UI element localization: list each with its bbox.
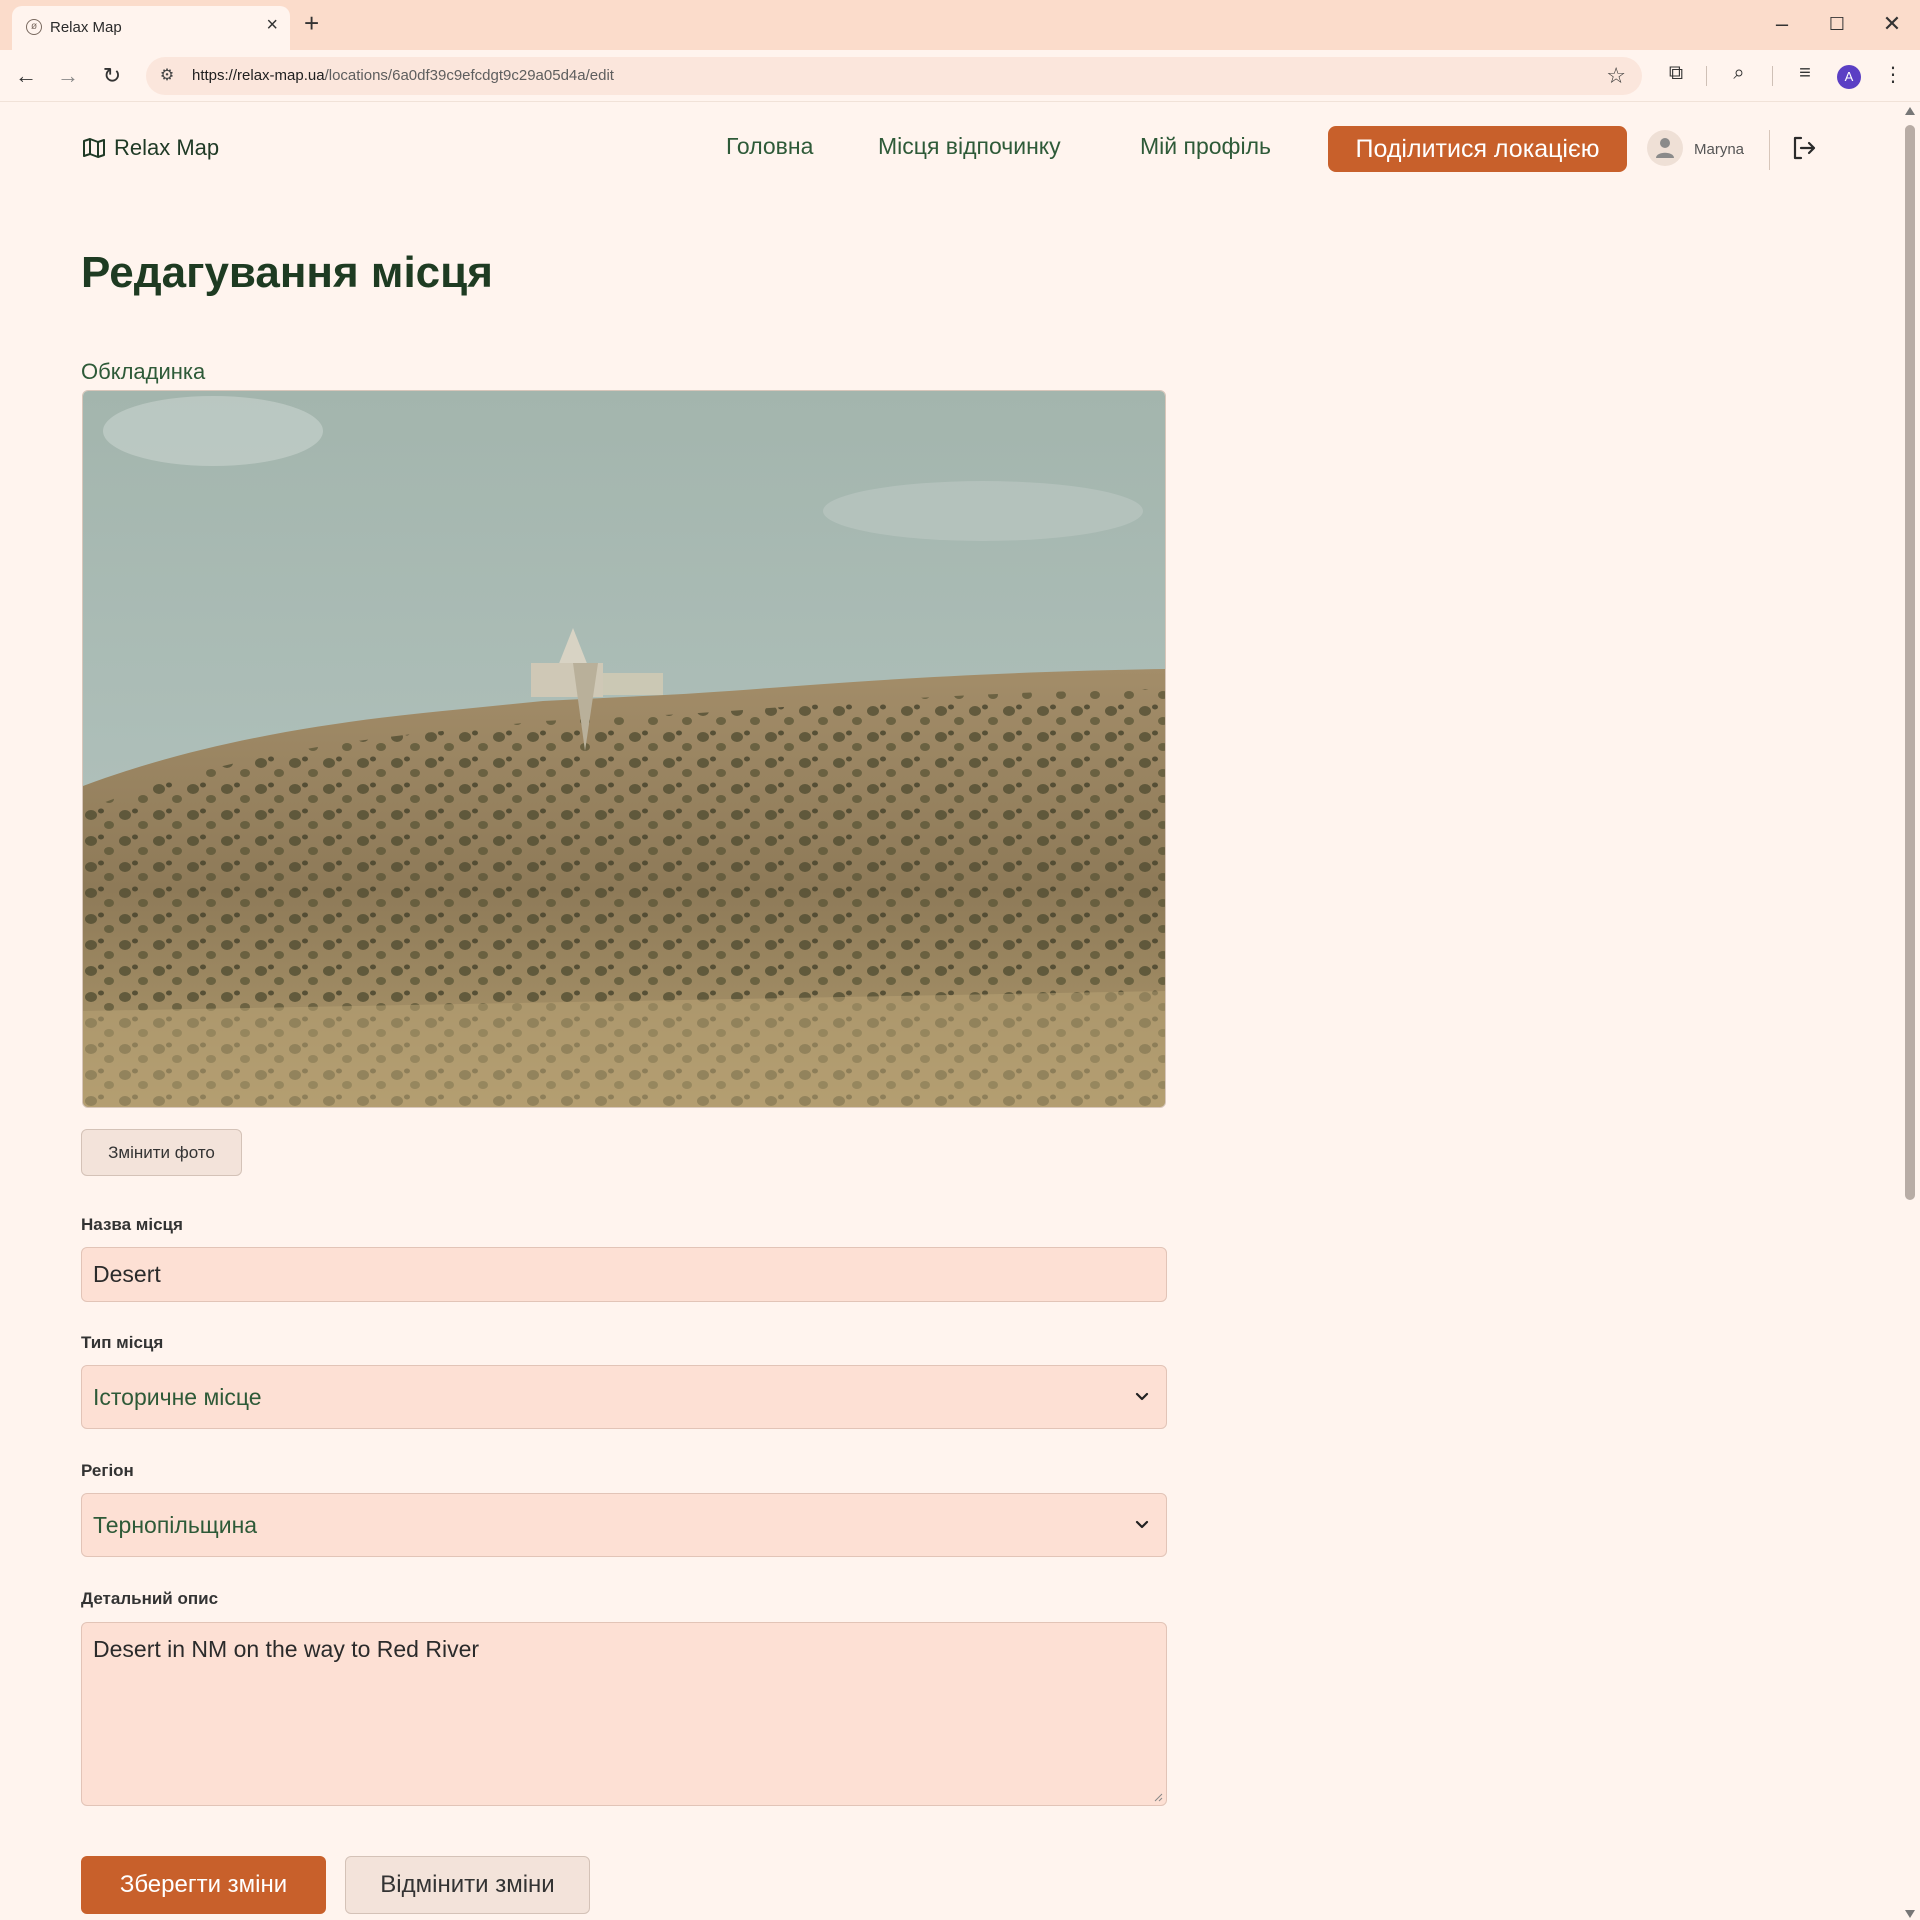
user-name[interactable]: Maryna	[1694, 141, 1744, 158]
type-select[interactable]: Історичне місце	[81, 1365, 1167, 1429]
url-host: https://relax-map.ua	[192, 67, 325, 84]
region-selected-value: Тернопільщина	[93, 1512, 258, 1538]
address-bar[interactable]: ⚙ https://relax-map.ua/locations/6a0df39…	[146, 57, 1642, 95]
site-header: Relax Map Головна Місця відпочинку Мій п…	[0, 103, 1900, 193]
browser-tab-bar: ø Relax Map × + – ☐ ✕	[0, 0, 1920, 50]
type-selected-value: Історичне місце	[93, 1384, 262, 1410]
nav-home[interactable]: Головна	[726, 133, 813, 160]
user-avatar[interactable]	[1647, 130, 1683, 166]
scroll-up-icon[interactable]	[1905, 107, 1915, 115]
chevron-down-icon	[1135, 1520, 1149, 1529]
url-text[interactable]: https://relax-map.ua/locations/6a0df39c9…	[192, 67, 614, 84]
browser-profile-avatar[interactable]: A	[1837, 65, 1861, 89]
name-label: Назва місця	[81, 1215, 183, 1234]
toolbar-separator	[1706, 66, 1707, 86]
header-separator	[1769, 130, 1770, 170]
region-label: Регіон	[81, 1461, 134, 1480]
minimize-icon[interactable]: –	[1762, 10, 1802, 38]
toolbar-separator	[1772, 66, 1773, 86]
share-location-button[interactable]: Поділитися локацією	[1328, 126, 1627, 172]
reload-icon[interactable]: ↻	[96, 60, 128, 92]
url-path: /locations/6a0df39c9efcdgt9c29a05d4a/edi…	[324, 67, 614, 84]
description-text: Desert in NM on the way to Red River	[93, 1636, 480, 1662]
type-label: Тип місця	[81, 1333, 164, 1352]
cast-search-icon[interactable]: ⌕	[1724, 62, 1754, 85]
cover-image	[82, 390, 1166, 1108]
map-logo-icon	[83, 138, 105, 158]
chevron-down-icon	[1135, 1392, 1149, 1401]
description-label: Детальний опис	[81, 1589, 219, 1608]
logout-icon[interactable]	[1790, 134, 1818, 162]
cover-label: Обкладинка	[81, 359, 206, 384]
bookmark-star-icon[interactable]: ☆	[1606, 63, 1626, 89]
favicon-icon: ø	[26, 19, 42, 35]
name-input[interactable]: Desert	[81, 1247, 1167, 1302]
maximize-icon[interactable]: ☐	[1817, 10, 1857, 38]
page-title: Редагування місця	[81, 248, 493, 297]
logo-text: Relax Map	[114, 135, 220, 160]
tab-title: Relax Map	[50, 19, 122, 36]
forward-icon[interactable]: →	[52, 60, 84, 92]
scroll-down-icon[interactable]	[1905, 1910, 1915, 1918]
scroll-thumb[interactable]	[1905, 125, 1915, 1200]
site-info-icon[interactable]: ⚙	[156, 65, 178, 87]
site-logo[interactable]: Relax Map	[82, 135, 219, 161]
close-tab-icon[interactable]: ×	[266, 14, 278, 37]
resize-handle-icon[interactable]	[1153, 1792, 1163, 1802]
media-control-icon[interactable]: ≡	[1790, 62, 1820, 85]
save-button[interactable]: Зберегти зміни	[81, 1856, 326, 1914]
user-icon	[1656, 138, 1674, 158]
cancel-button[interactable]: Відмінити зміни	[345, 1856, 590, 1914]
browser-toolbar: ← → ↻ ⚙ https://relax-map.ua/locations/6…	[0, 50, 1920, 102]
change-photo-button[interactable]: Змінити фото	[81, 1129, 242, 1176]
browser-tab[interactable]: ø Relax Map ×	[12, 6, 290, 50]
nav-profile[interactable]: Мій профіль	[1140, 133, 1271, 160]
close-window-icon[interactable]: ✕	[1872, 10, 1912, 38]
page-scrollbar[interactable]	[1900, 103, 1920, 1920]
new-tab-icon[interactable]: +	[304, 8, 319, 38]
browser-menu-icon[interactable]: ⋮	[1878, 62, 1908, 87]
extensions-icon[interactable]: ⧉	[1661, 62, 1691, 85]
region-select[interactable]: Тернопільщина	[81, 1493, 1167, 1557]
description-textarea[interactable]: Desert in NM on the way to Red River	[81, 1622, 1167, 1806]
back-icon[interactable]: ←	[10, 60, 42, 92]
nav-places[interactable]: Місця відпочинку	[878, 133, 1061, 160]
